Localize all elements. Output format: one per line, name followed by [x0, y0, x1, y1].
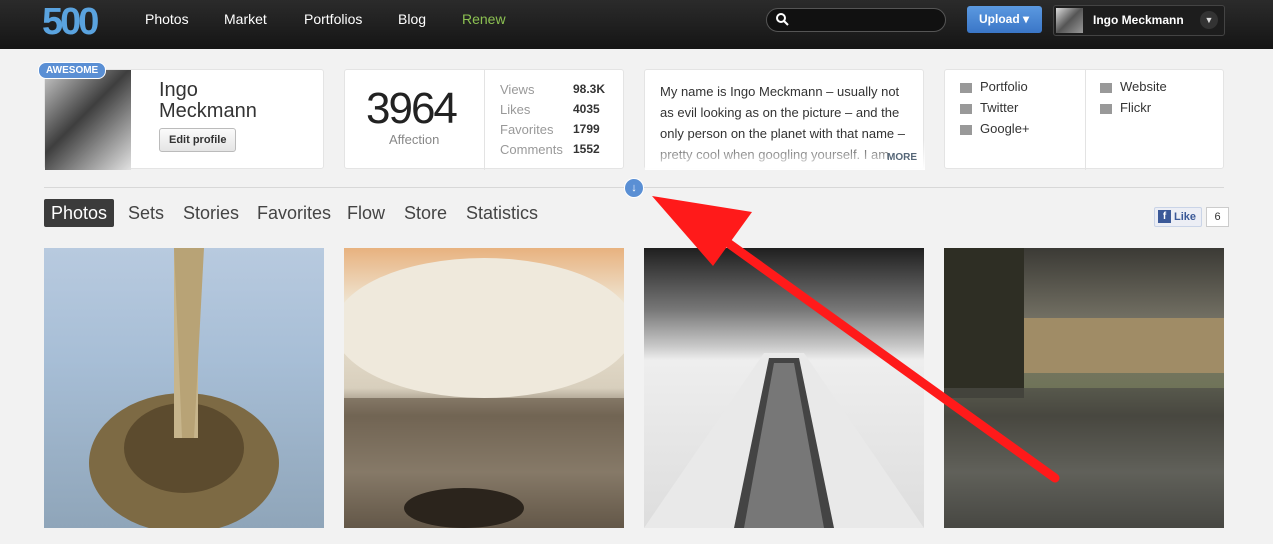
awesome-badge: AWESOME	[38, 62, 107, 79]
red-annotation-arrow	[652, 196, 1060, 483]
